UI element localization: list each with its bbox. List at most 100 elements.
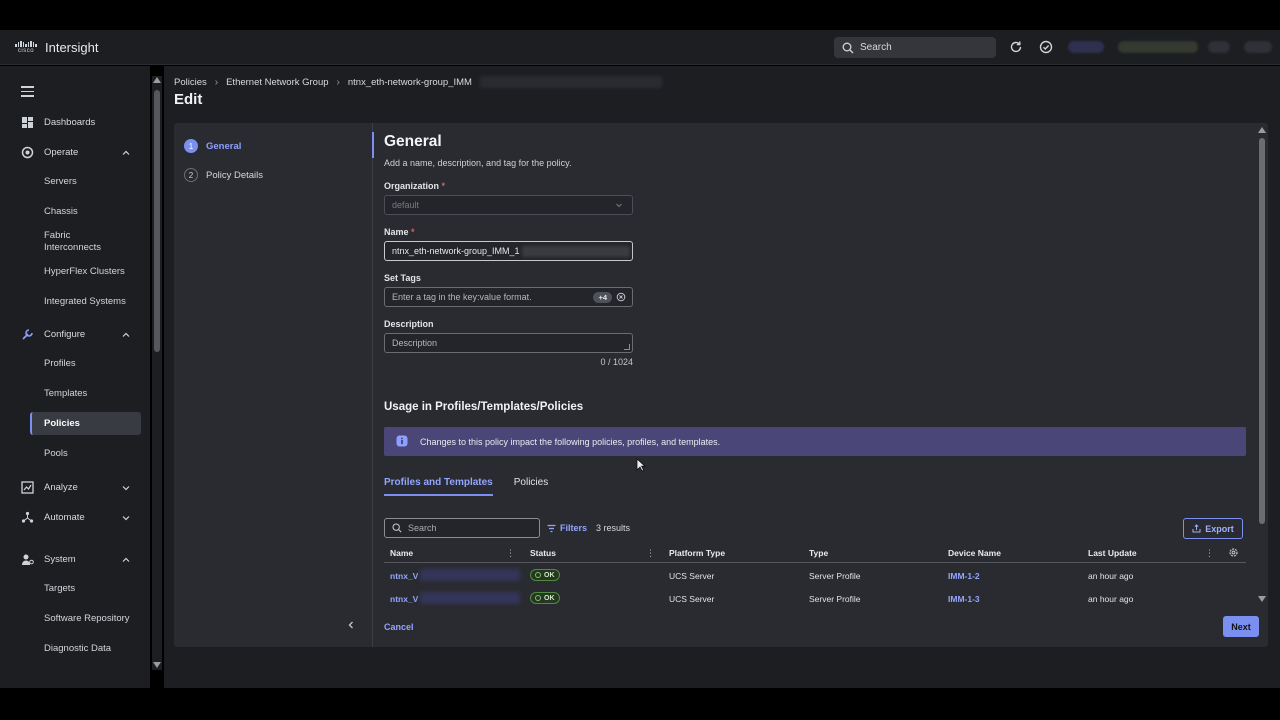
organization-select[interactable]: default — [384, 195, 633, 215]
tags-count-badge[interactable]: +4 — [593, 292, 612, 303]
nav-targets[interactable]: Targets — [44, 583, 75, 595]
col-last-update[interactable]: Last Update — [1088, 548, 1137, 558]
refresh-icon[interactable] — [1008, 39, 1024, 55]
filters-button[interactable]: Filters — [547, 523, 587, 533]
step-number: 2 — [184, 168, 198, 182]
chevron-left-icon — [348, 621, 353, 629]
sidebar-scrollbar[interactable] — [152, 76, 162, 670]
clear-icon[interactable] — [616, 292, 626, 302]
redacted-status — [1118, 41, 1198, 53]
system-icon — [22, 554, 34, 565]
nav-servers[interactable]: Servers — [44, 176, 77, 188]
nav-analyze[interactable]: Analyze — [0, 481, 150, 494]
content-scroll-thumb[interactable] — [1259, 138, 1265, 524]
ok-status-icon — [535, 595, 541, 601]
nav-hyperflex-clusters[interactable]: HyperFlex Clusters — [44, 266, 125, 278]
chevron-right-icon: › — [336, 76, 340, 88]
table-settings-gear-icon[interactable] — [1228, 547, 1239, 558]
name-input[interactable]: ntnx_eth-network-group_IMM_1 — [384, 241, 633, 261]
search-icon — [392, 523, 402, 533]
column-menu-icon[interactable]: ⋮ — [506, 548, 515, 559]
nav-configure-label: Configure — [44, 329, 86, 340]
breadcrumb-ethernet-network-group[interactable]: Ethernet Network Group — [226, 77, 328, 88]
operate-icon — [21, 146, 34, 159]
table-search-input[interactable]: Search — [384, 518, 540, 538]
app-logo[interactable]: cisco Intersight — [14, 40, 98, 55]
column-menu-icon[interactable]: ⋮ — [1205, 548, 1214, 559]
column-menu-icon[interactable]: ⋮ — [646, 548, 655, 559]
info-banner-text: Changes to this policy impact the follow… — [420, 436, 721, 447]
step-general[interactable]: 1 General — [184, 139, 241, 153]
usage-title: Usage in Profiles/Templates/Policies — [384, 401, 584, 413]
sidebar-scroll-thumb[interactable] — [154, 90, 160, 352]
table-row[interactable]: ntnx_V OK UCS Server Server Profile IMM-… — [384, 588, 1246, 606]
redacted-account — [1068, 41, 1104, 53]
name-label: Name * — [384, 227, 415, 237]
nav-profiles[interactable]: Profiles — [44, 358, 76, 370]
nav-dashboards[interactable]: Dashboards — [0, 116, 150, 129]
wizard-steps: 1 General 2 Policy Details — [174, 123, 372, 647]
status-badge: OK — [530, 569, 560, 581]
name-value: ntnx_eth-network-group_IMM_1 — [392, 246, 520, 256]
nav-automate[interactable]: Automate — [0, 511, 150, 524]
menu-icon[interactable] — [21, 86, 34, 100]
scroll-down-arrow[interactable] — [153, 662, 161, 668]
nav-pools[interactable]: Pools — [44, 448, 68, 460]
check-circle-icon[interactable] — [1038, 39, 1054, 55]
nav-operate[interactable]: Operate — [0, 146, 150, 159]
chevron-up-icon — [122, 150, 130, 155]
letterbox-bottom — [0, 688, 1280, 720]
breadcrumb-policies[interactable]: Policies — [174, 77, 207, 88]
global-search[interactable]: Search — [834, 37, 996, 58]
redacted-name — [521, 245, 630, 257]
row-name[interactable]: ntnx_V — [390, 594, 418, 604]
col-type[interactable]: Type — [809, 548, 828, 558]
resize-handle-icon[interactable] — [624, 344, 630, 350]
col-status[interactable]: Status — [530, 548, 556, 558]
scroll-up-arrow[interactable] — [1258, 127, 1266, 133]
tab-profiles-and-templates[interactable]: Profiles and Templates — [384, 477, 493, 496]
redacted-row-name — [420, 592, 520, 604]
global-search-label: Search — [860, 42, 892, 53]
nav-system[interactable]: System — [0, 553, 150, 566]
steps-divider — [372, 123, 374, 647]
tab-policies[interactable]: Policies — [514, 477, 548, 496]
nav-integrated-systems[interactable]: Integrated Systems — [44, 296, 126, 308]
col-platform-type[interactable]: Platform Type — [669, 548, 725, 558]
tags-label: Set Tags — [384, 273, 421, 283]
step-policy-details[interactable]: 2 Policy Details — [184, 168, 263, 182]
nav-fabric-interconnects[interactable]: Fabric Interconnects — [44, 230, 114, 254]
status-text: OK — [544, 571, 555, 579]
nav-policies[interactable]: Policies — [44, 418, 80, 430]
export-button[interactable]: Export — [1183, 518, 1243, 539]
tags-placeholder: Enter a tag in the key:value format. — [392, 292, 532, 302]
col-device-name[interactable]: Device Name — [948, 548, 1001, 558]
col-name[interactable]: Name — [390, 548, 413, 558]
content-scrollbar[interactable] — [1257, 126, 1267, 604]
nav-software-repository[interactable]: Software Repository — [44, 613, 130, 625]
chevron-up-icon — [122, 332, 130, 337]
scroll-down-arrow[interactable] — [1258, 596, 1266, 602]
redacted-breadcrumb — [479, 76, 662, 88]
chevron-right-icon: › — [214, 76, 219, 88]
filters-label: Filters — [560, 523, 588, 533]
row-name[interactable]: ntnx_V — [390, 571, 418, 581]
letterbox-top — [0, 0, 1280, 30]
scroll-up-arrow[interactable] — [153, 77, 161, 83]
cancel-button[interactable]: Cancel — [384, 622, 414, 632]
nav-chassis[interactable]: Chassis — [44, 206, 78, 218]
tags-input[interactable]: Enter a tag in the key:value format. +4 — [384, 287, 633, 307]
description-textarea[interactable]: Description — [384, 333, 633, 353]
nav-templates[interactable]: Templates — [44, 388, 87, 400]
next-button[interactable]: Next — [1223, 616, 1259, 637]
row-device[interactable]: IMM-1-2 — [948, 571, 980, 581]
row-platform: UCS Server — [669, 594, 715, 604]
redacted-user — [1244, 41, 1272, 53]
table-row[interactable]: ntnx_V OK UCS Server Server Profile IMM-… — [384, 565, 1246, 587]
collapse-steps-button[interactable] — [346, 620, 356, 633]
chevron-down-icon — [616, 203, 622, 208]
row-type: Server Profile — [809, 594, 861, 604]
nav-diagnostic-data[interactable]: Diagnostic Data — [44, 643, 111, 655]
row-device[interactable]: IMM-1-3 — [948, 594, 980, 604]
nav-configure[interactable]: Configure — [0, 328, 150, 341]
